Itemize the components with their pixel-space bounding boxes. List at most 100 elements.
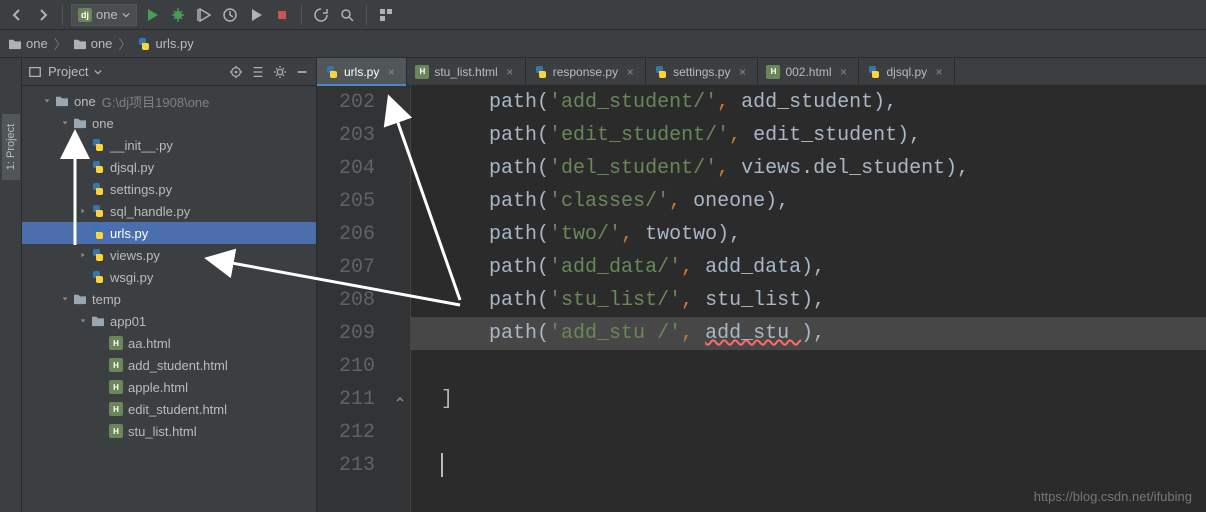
editor-tab-label: 002.html — [785, 65, 831, 79]
run-config-selector[interactable]: dj one — [71, 4, 137, 26]
chevron-down-icon[interactable] — [58, 116, 72, 130]
tree-item[interactable]: settings.py — [22, 178, 316, 200]
code-line: path('edit_student/', edit_student), — [441, 119, 1206, 152]
fold-marker — [389, 350, 410, 383]
line-number: 208 — [317, 284, 375, 317]
profile-button[interactable] — [219, 4, 241, 26]
hide-button[interactable] — [294, 64, 310, 80]
tree-item[interactable]: apple.html — [22, 376, 316, 398]
close-icon[interactable]: × — [836, 65, 850, 79]
concurrency-button[interactable] — [245, 4, 267, 26]
line-number: 211 — [317, 383, 375, 416]
tree-item[interactable]: app01 — [22, 310, 316, 332]
tree-item[interactable]: sql_handle.py — [22, 200, 316, 222]
search-button[interactable] — [336, 4, 358, 26]
tree-item[interactable]: wsgi.py — [22, 266, 316, 288]
editor-tab-label: djsql.py — [886, 65, 927, 79]
breadcrumb-bar: one 〉 one 〉 urls.py — [0, 30, 1206, 58]
python-file-icon — [867, 65, 881, 79]
fold-marker — [389, 449, 410, 482]
tree-item-label: aa.html — [128, 336, 171, 351]
close-icon[interactable]: × — [735, 65, 749, 79]
fold-marker — [389, 119, 410, 152]
tree-item-path: G:\dj项目1908\one — [102, 92, 210, 111]
tree-item-label: views.py — [110, 248, 160, 263]
tree-item-label: sql_handle.py — [110, 204, 190, 219]
tree-item[interactable]: temp — [22, 288, 316, 310]
close-icon[interactable]: × — [503, 65, 517, 79]
tree-item[interactable]: edit_student.html — [22, 398, 316, 420]
code-line: path('del_student/', views.del_student), — [441, 152, 1206, 185]
project-tool-header: Project — [22, 58, 316, 86]
code-line — [441, 449, 1206, 482]
tree-item[interactable]: add_student.html — [22, 354, 316, 376]
breadcrumb-item[interactable]: one — [73, 36, 113, 51]
coverage-button[interactable] — [193, 4, 215, 26]
locate-button[interactable] — [228, 64, 244, 80]
close-icon[interactable]: × — [623, 65, 637, 79]
breadcrumb-item[interactable]: one — [8, 36, 48, 51]
fold-marker — [389, 251, 410, 284]
fold-column — [389, 86, 411, 512]
project-tree[interactable]: oneG:\dj项目1908\one one __init__.pydjsql.py… — [22, 86, 316, 512]
folder-icon — [73, 38, 87, 50]
collapse-all-button[interactable] — [250, 64, 266, 80]
close-icon[interactable]: × — [384, 65, 398, 79]
tree-item[interactable]: djsql.py — [22, 156, 316, 178]
gear-icon[interactable] — [272, 64, 288, 80]
html-file-icon — [108, 358, 124, 372]
left-tool-gutter: 1: Project — [0, 58, 22, 512]
stop-button[interactable] — [271, 4, 293, 26]
tree-item[interactable]: __init__.py — [22, 134, 316, 156]
breadcrumb-item[interactable]: urls.py — [137, 36, 193, 51]
chevron-down-icon[interactable] — [40, 94, 54, 108]
tree-item-label: one — [92, 116, 114, 131]
project-view-selector[interactable]: Project — [28, 64, 102, 79]
forward-button[interactable] — [32, 4, 54, 26]
tree-item[interactable]: urls.py — [22, 222, 316, 244]
tree-item[interactable]: one — [22, 112, 316, 134]
editor-body: 202203204205206207208209210211212213 pat… — [317, 86, 1206, 512]
project-tool-window: Project oneG:\dj项目1908\one one __init__.py… — [22, 58, 317, 512]
python-file-icon — [90, 248, 106, 262]
folder-icon — [90, 315, 106, 327]
back-button[interactable] — [6, 4, 28, 26]
chevron-right-icon[interactable] — [76, 248, 90, 262]
project-icon — [28, 65, 42, 79]
chevron-down-icon[interactable] — [58, 292, 72, 306]
structure-button[interactable] — [375, 4, 397, 26]
debug-button[interactable] — [167, 4, 189, 26]
close-icon[interactable]: × — [932, 65, 946, 79]
editor-tab[interactable]: response.py× — [526, 58, 646, 85]
editor-tab[interactable]: urls.py× — [317, 58, 407, 85]
code-line: path('add_stu /', add_stu ), — [441, 317, 1206, 350]
line-number: 210 — [317, 350, 375, 383]
run-button[interactable] — [141, 4, 163, 26]
html-file-icon — [108, 336, 124, 350]
editor-tab[interactable]: settings.py× — [646, 58, 758, 85]
python-file-icon — [137, 37, 151, 51]
tree-arrow-placeholder — [94, 380, 108, 394]
editor-tab[interactable]: stu_list.html × — [407, 58, 525, 85]
fold-marker[interactable] — [389, 383, 410, 416]
tree-item[interactable]: oneG:\dj项目1908\one — [22, 90, 316, 112]
python-file-icon — [325, 65, 339, 79]
editor-tab-label: stu_list.html — [434, 65, 497, 79]
update-button[interactable] — [310, 4, 332, 26]
code-content[interactable]: path('add_student/', add_student), path(… — [411, 86, 1206, 512]
html-file-icon — [766, 65, 780, 79]
run-config-label: one — [96, 7, 118, 22]
editor-tab[interactable]: 002.html × — [758, 58, 859, 85]
tree-item[interactable]: stu_list.html — [22, 420, 316, 442]
project-tool-tab[interactable]: 1: Project — [2, 114, 20, 180]
tree-item[interactable]: aa.html — [22, 332, 316, 354]
python-file-icon — [90, 204, 106, 218]
html-file-icon — [108, 380, 124, 394]
chevron-right-icon[interactable] — [76, 204, 90, 218]
chevron-down-icon[interactable] — [76, 314, 90, 328]
tree-item[interactable]: views.py — [22, 244, 316, 266]
editor-tab[interactable]: djsql.py × — [859, 58, 955, 85]
tree-item-label: temp — [92, 292, 121, 307]
tree-arrow-placeholder — [76, 138, 90, 152]
folder-icon — [72, 293, 88, 305]
